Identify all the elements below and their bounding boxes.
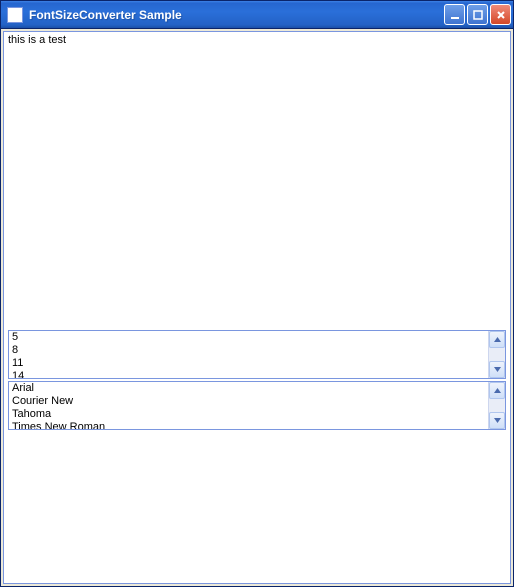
list-item[interactable]: 5 <box>9 331 488 344</box>
font-size-listbox[interactable]: 5 8 11 14 <box>8 330 506 379</box>
scrollbar[interactable] <box>488 331 505 378</box>
app-window: FontSizeConverter Sample this is a test … <box>0 0 514 587</box>
scroll-down-button[interactable] <box>489 361 505 378</box>
maximize-button[interactable] <box>467 4 488 25</box>
font-size-items: 5 8 11 14 <box>9 331 488 378</box>
list-item[interactable]: Arial <box>9 382 488 395</box>
sample-text: this is a test <box>8 34 66 46</box>
list-item[interactable]: Times New Roman <box>9 421 488 429</box>
minimize-button[interactable] <box>444 4 465 25</box>
scroll-down-button[interactable] <box>489 412 505 429</box>
scroll-up-button[interactable] <box>489 382 505 399</box>
client-area: this is a test 5 8 11 14 Arial Co <box>3 31 511 584</box>
scrollbar[interactable] <box>488 382 505 429</box>
font-family-listbox[interactable]: Arial Courier New Tahoma Times New Roman <box>8 381 506 430</box>
scroll-up-button[interactable] <box>489 331 505 348</box>
list-item[interactable]: 8 <box>9 344 488 357</box>
app-icon <box>7 7 23 23</box>
scroll-track[interactable] <box>489 399 505 412</box>
list-item[interactable]: 14 <box>9 370 488 378</box>
font-family-items: Arial Courier New Tahoma Times New Roman <box>9 382 488 429</box>
list-item[interactable]: Courier New <box>9 395 488 408</box>
window-controls <box>444 4 511 25</box>
close-button[interactable] <box>490 4 511 25</box>
scroll-track[interactable] <box>489 348 505 361</box>
list-item[interactable]: Tahoma <box>9 408 488 421</box>
titlebar[interactable]: FontSizeConverter Sample <box>1 1 513 29</box>
list-item[interactable]: 11 <box>9 357 488 370</box>
window-title: FontSizeConverter Sample <box>29 8 444 22</box>
